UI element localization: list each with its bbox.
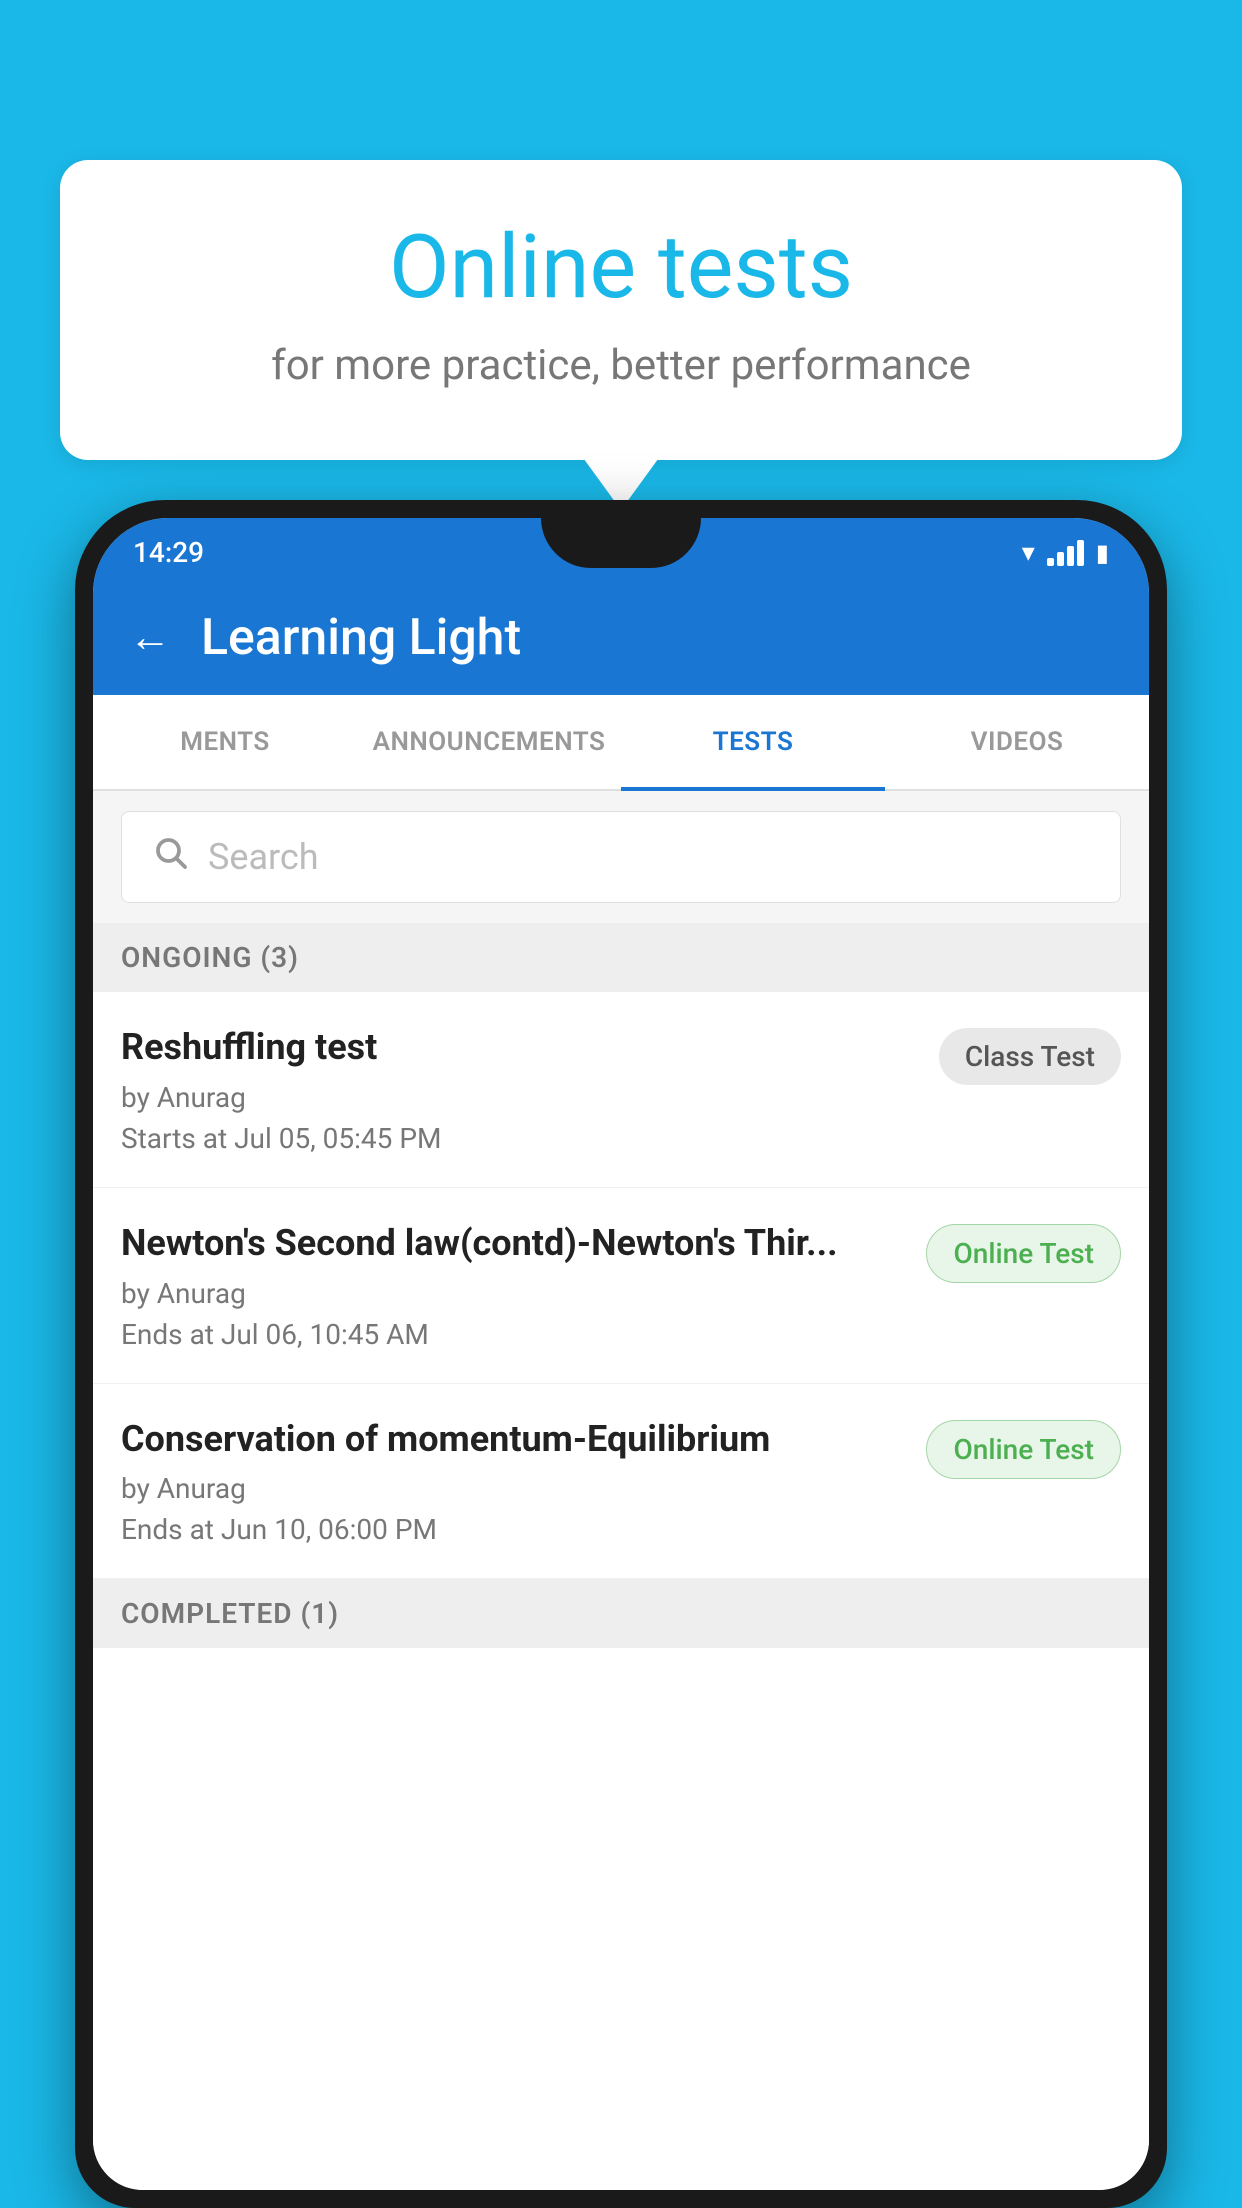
signal-bars-icon bbox=[1047, 540, 1084, 566]
test-info-3: Conservation of momentum-Equilibrium by … bbox=[121, 1416, 926, 1547]
tab-videos[interactable]: VIDEOS bbox=[885, 695, 1149, 789]
search-icon bbox=[152, 834, 188, 880]
test-badge-1: Class Test bbox=[939, 1028, 1121, 1085]
completed-section-header: COMPLETED (1) bbox=[93, 1579, 1149, 1648]
test-author-2: by Anurag bbox=[121, 1277, 906, 1310]
tabs-bar: MENTS ANNOUNCEMENTS TESTS VIDEOS bbox=[93, 695, 1149, 791]
list-item[interactable]: Newton's Second law(contd)-Newton's Thir… bbox=[93, 1188, 1149, 1384]
test-list: Reshuffling test by Anurag Starts at Jul… bbox=[93, 992, 1149, 2190]
app-title: Learning Light bbox=[201, 609, 521, 667]
phone-screen: 14:29 ▾ ▮ ← Learning Light MENTS bbox=[93, 518, 1149, 2190]
bubble-title: Online tests bbox=[140, 220, 1102, 317]
test-name-3: Conservation of momentum-Equilibrium bbox=[121, 1416, 906, 1463]
wifi-icon: ▾ bbox=[1022, 538, 1035, 568]
status-icons: ▾ ▮ bbox=[1022, 538, 1109, 568]
list-item[interactable]: Reshuffling test by Anurag Starts at Jul… bbox=[93, 992, 1149, 1188]
test-name-2: Newton's Second law(contd)-Newton's Thir… bbox=[121, 1220, 906, 1267]
test-name-1: Reshuffling test bbox=[121, 1024, 919, 1071]
test-author-3: by Anurag bbox=[121, 1472, 906, 1505]
signal-bar-4 bbox=[1077, 540, 1084, 566]
app-bar: ← Learning Light bbox=[93, 581, 1149, 695]
bubble-subtitle: for more practice, better performance bbox=[140, 341, 1102, 390]
battery-icon: ▮ bbox=[1096, 539, 1109, 567]
phone-frame: 14:29 ▾ ▮ ← Learning Light MENTS bbox=[75, 500, 1167, 2208]
signal-bar-2 bbox=[1057, 552, 1064, 566]
test-badge-2: Online Test bbox=[926, 1224, 1121, 1283]
test-info-1: Reshuffling test by Anurag Starts at Jul… bbox=[121, 1024, 939, 1155]
search-placeholder: Search bbox=[208, 836, 319, 878]
test-time-2: Ends at Jul 06, 10:45 AM bbox=[121, 1318, 906, 1351]
ongoing-section-header: ONGOING (3) bbox=[93, 923, 1149, 992]
list-item[interactable]: Conservation of momentum-Equilibrium by … bbox=[93, 1384, 1149, 1580]
test-info-2: Newton's Second law(contd)-Newton's Thir… bbox=[121, 1220, 926, 1351]
notch-cutout bbox=[541, 518, 701, 568]
test-author-1: by Anurag bbox=[121, 1081, 919, 1114]
signal-bar-3 bbox=[1067, 546, 1074, 566]
tab-announcements[interactable]: ANNOUNCEMENTS bbox=[357, 695, 621, 789]
test-time-3: Ends at Jun 10, 06:00 PM bbox=[121, 1513, 906, 1546]
tab-ments[interactable]: MENTS bbox=[93, 695, 357, 789]
search-box[interactable]: Search bbox=[121, 811, 1121, 903]
search-container: Search bbox=[93, 791, 1149, 923]
tab-tests[interactable]: TESTS bbox=[621, 695, 885, 789]
speech-bubble: Online tests for more practice, better p… bbox=[60, 160, 1182, 460]
back-button[interactable]: ← bbox=[129, 617, 171, 659]
speech-bubble-container: Online tests for more practice, better p… bbox=[60, 160, 1182, 460]
status-time: 14:29 bbox=[133, 536, 204, 569]
status-bar: 14:29 ▾ ▮ bbox=[93, 518, 1149, 581]
test-badge-3: Online Test bbox=[926, 1420, 1121, 1479]
signal-bar-1 bbox=[1047, 558, 1054, 566]
test-time-1: Starts at Jul 05, 05:45 PM bbox=[121, 1122, 919, 1155]
